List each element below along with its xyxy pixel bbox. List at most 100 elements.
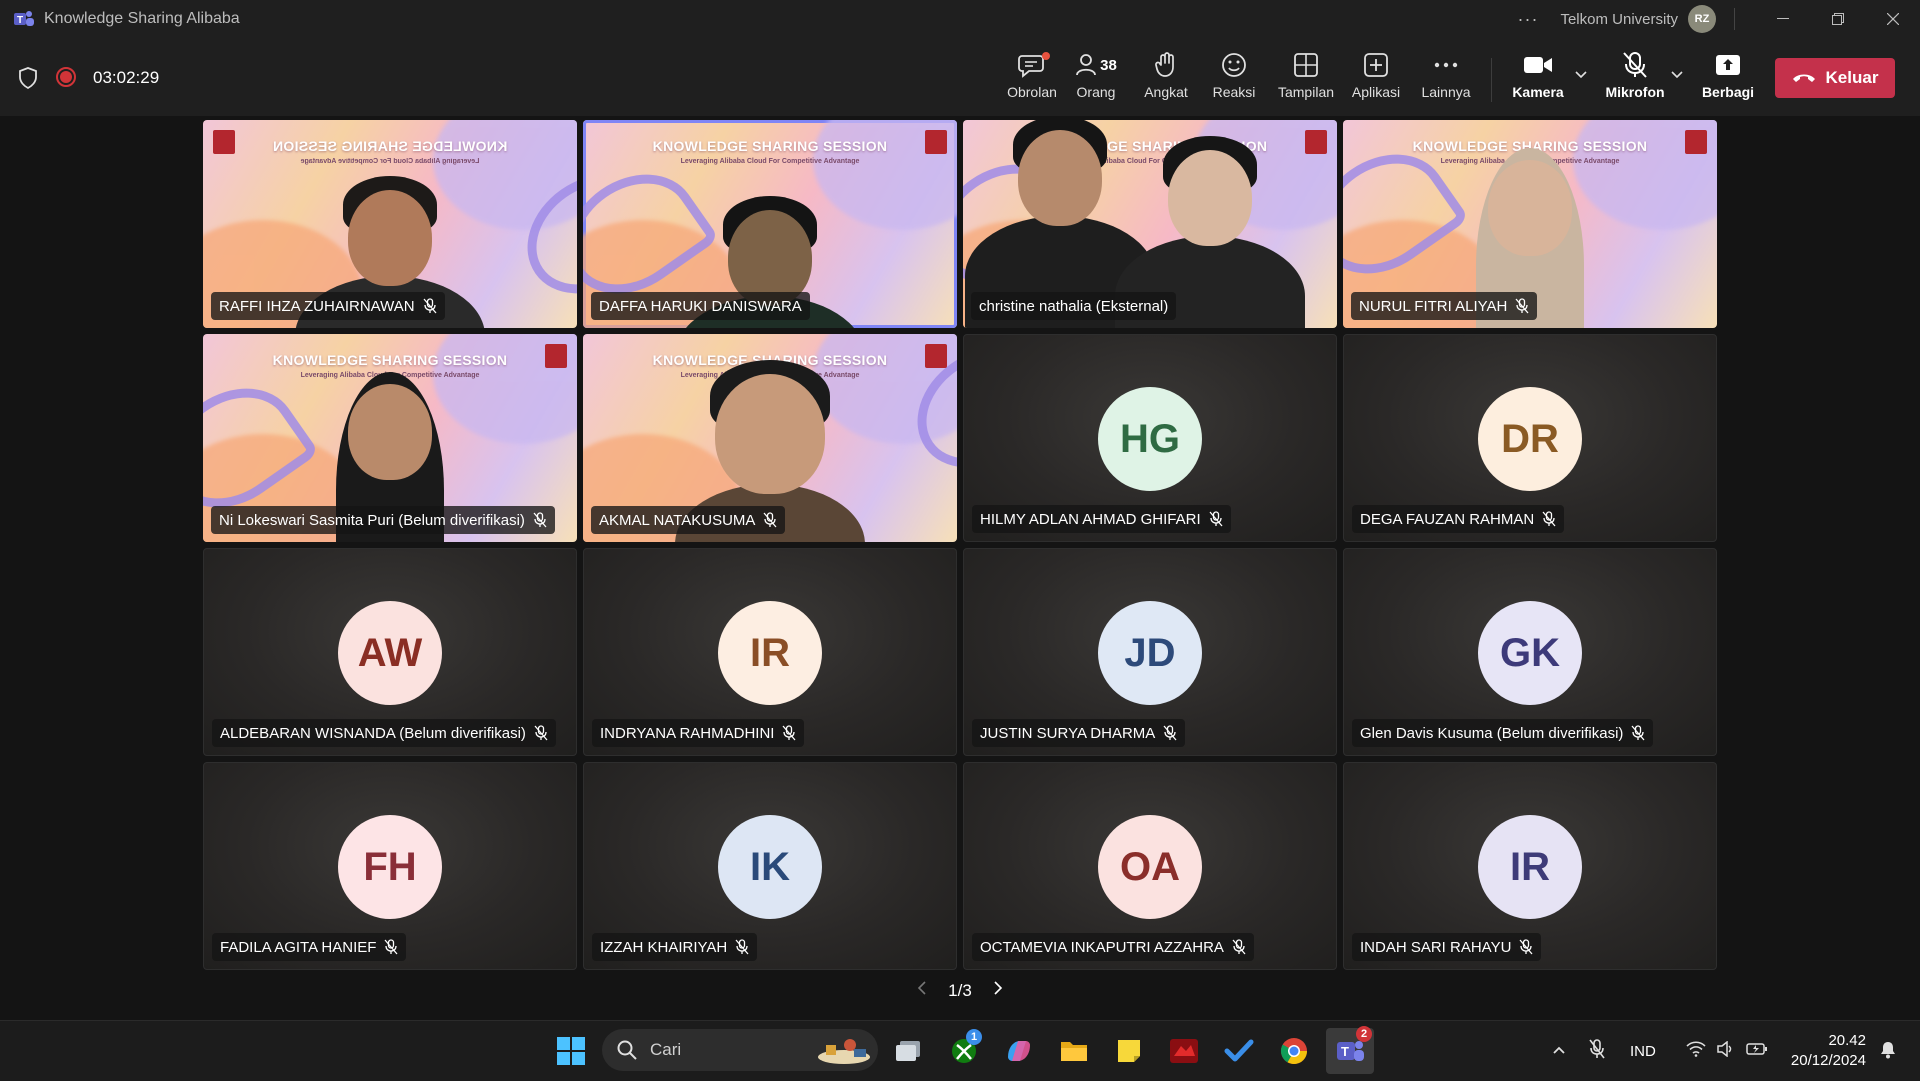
participant-name: ALDEBARAN WISNANDA (Belum diverifikasi) <box>220 724 526 742</box>
more-label: Lainnya <box>1421 84 1471 100</box>
leave-button[interactable]: Keluar <box>1775 58 1895 98</box>
start-button[interactable] <box>551 1031 591 1071</box>
participant-avatar: HG <box>1098 387 1202 491</box>
mic-muted-icon <box>1209 511 1223 527</box>
participant-video-tile[interactable]: KNOWLEDGE SHARING SESSIONLeveraging Alib… <box>963 120 1337 328</box>
participant-video-tile[interactable]: KNOWLEDGE SHARING SESSIONLeveraging Alib… <box>1343 120 1717 328</box>
red-app-button[interactable] <box>1164 1031 1204 1071</box>
participant-tile[interactable]: IR INDRYANA RAHMADHINI <box>583 548 957 756</box>
share-button[interactable]: Berbagi <box>1698 50 1758 108</box>
file-explorer-button[interactable] <box>1054 1031 1094 1071</box>
participant-name-tag: DEGA FAUZAN RAHMAN <box>1352 505 1565 533</box>
participant-tile[interactable]: FH FADILA AGITA HANIEF <box>203 762 577 970</box>
taskbar-search[interactable]: Cari <box>602 1029 878 1071</box>
view-button[interactable]: Tampilan <box>1274 50 1338 108</box>
people-label: Orang <box>1076 84 1116 100</box>
mic-button[interactable]: Mikrofon <box>1602 50 1668 108</box>
mic-muted-icon <box>533 512 547 528</box>
previous-page-chevron-icon[interactable] <box>916 980 928 1001</box>
close-window-button[interactable] <box>1865 0 1920 38</box>
copilot-button[interactable] <box>999 1031 1039 1071</box>
participant-name: IZZAH KHAIRIYAH <box>600 938 728 956</box>
participant-avatar: JD <box>1098 601 1202 705</box>
view-label: Tampilan <box>1277 84 1335 100</box>
people-button[interactable]: 38 Orang <box>1068 50 1124 108</box>
mic-muted-icon <box>534 725 548 741</box>
university-logo-icon <box>1685 130 1707 154</box>
teams-logo-icon: T <box>14 9 34 29</box>
shield-icon[interactable] <box>18 67 38 94</box>
battery-icon[interactable] <box>1746 1042 1768 1061</box>
participant-avatar: IR <box>718 601 822 705</box>
restore-button[interactable] <box>1810 0 1865 38</box>
mic-muted-icon <box>735 939 749 955</box>
page-indicator: 1/3 <box>948 980 972 1000</box>
mic-muted-icon <box>1163 725 1177 741</box>
next-page-chevron-icon[interactable] <box>992 980 1004 1001</box>
more-options-icon[interactable]: ··· <box>1517 9 1538 30</box>
participant-video-tile[interactable]: KNOWLEDGE SHARING SESSIONLeveraging Alib… <box>583 120 957 328</box>
minimize-button[interactable] <box>1755 0 1810 38</box>
taskbar: Cari 1 T 2 IND 20.42 20/12/2024 <box>0 1020 1920 1081</box>
camera-options-chevron-icon[interactable] <box>1574 66 1588 84</box>
mic-options-chevron-icon[interactable] <box>1670 66 1684 84</box>
participant-name: AKMAL NATAKUSUMA <box>599 511 756 529</box>
system-tray: IND <box>1552 1021 1768 1081</box>
user-avatar[interactable]: RZ <box>1688 5 1716 33</box>
wifi-icon[interactable] <box>1686 1040 1706 1062</box>
participant-video-tile[interactable]: KNOWLEDGE SHARING SESSIONLeveraging Alib… <box>203 334 577 542</box>
participant-name-tag: HILMY ADLAN AHMAD GHIFARI <box>972 505 1231 533</box>
participant-tile[interactable]: IK IZZAH KHAIRIYAH <box>583 762 957 970</box>
camera-button[interactable]: Kamera <box>1508 50 1568 108</box>
participant-name: DAFFA HARUKI DANISWARA <box>599 297 802 315</box>
participant-tile[interactable]: AW ALDEBARAN WISNANDA (Belum diverifikasi… <box>203 548 577 756</box>
session-banner-subtitle: Leveraging Alibaba Cloud For Competitive… <box>680 158 860 165</box>
recording-indicator-icon[interactable] <box>56 67 76 87</box>
participant-name: JUSTIN SURYA DHARMA <box>980 724 1156 742</box>
participant-tile[interactable]: JD JUSTIN SURYA DHARMA <box>963 548 1337 756</box>
participant-video-tile[interactable]: KNOWLEDGE SHARING SESSIONLeveraging Alib… <box>583 334 957 542</box>
react-button[interactable]: Reaksi <box>1206 50 1262 108</box>
svg-text:T: T <box>1341 1044 1349 1059</box>
mic-muted-icon <box>1542 511 1556 527</box>
language-indicator[interactable]: IND <box>1630 1043 1656 1060</box>
organization-name[interactable]: Telkom University <box>1560 11 1678 28</box>
copilot-icon <box>1008 1041 1030 1061</box>
participant-video-tile[interactable]: KNOWLEDGE SHARING SESSIONLeveraging Alib… <box>203 120 577 328</box>
participant-tile[interactable]: GK Glen Davis Kusuma (Belum diverifikasi) <box>1343 548 1717 756</box>
taskbar-clock[interactable]: 20.42 20/12/2024 <box>1791 1031 1866 1071</box>
notification-bell-icon[interactable] <box>1880 1041 1896 1064</box>
participant-tile[interactable]: HG HILMY ADLAN AHMAD GHIFARI <box>963 334 1337 542</box>
participant-avatar: FH <box>338 815 442 919</box>
participant-name-tag: Glen Davis Kusuma (Belum diverifikasi) <box>1352 719 1654 747</box>
participant-avatar: IK <box>718 815 822 919</box>
ellipsis-icon <box>1433 50 1459 80</box>
participant-name-tag: FADILA AGITA HANIEF <box>212 933 407 961</box>
participant-tile[interactable]: IR INDAH SARI RAHAYU <box>1343 762 1717 970</box>
sticky-notes-button[interactable] <box>1109 1031 1149 1071</box>
todo-app-button[interactable] <box>1219 1031 1259 1071</box>
chrome-button[interactable] <box>1274 1031 1314 1071</box>
mic-muted-icon <box>1232 939 1246 955</box>
volume-icon[interactable] <box>1716 1039 1734 1062</box>
clock-date: 20/12/2024 <box>1790 1052 1866 1069</box>
task-view-button[interactable] <box>888 1031 928 1071</box>
participant-tile[interactable]: OA OCTAMEVIA INKAPUTRI AZZAHRA <box>963 762 1337 970</box>
teams-taskbar-button[interactable]: T 2 <box>1326 1026 1374 1074</box>
search-highlight-icon <box>818 1039 870 1064</box>
show-hidden-icons-chevron-icon[interactable] <box>1552 1042 1566 1060</box>
participant-name-tag: INDAH SARI RAHAYU <box>1352 933 1542 961</box>
apps-button[interactable]: Aplikasi <box>1348 50 1404 108</box>
more-button[interactable]: Lainnya <box>1416 50 1476 108</box>
raise-hand-button[interactable]: Angkat <box>1138 50 1194 108</box>
grid-view-icon <box>1293 50 1319 80</box>
red-app-icon <box>1170 1039 1198 1063</box>
chat-button[interactable]: Obrolan <box>1000 50 1064 108</box>
mic-muted-tray-icon[interactable] <box>1588 1038 1606 1065</box>
participant-name-tag: Ni Lokeswari Sasmita Puri (Belum diverif… <box>211 506 555 534</box>
participant-tile[interactable]: DR DEGA FAUZAN RAHMAN <box>1343 334 1717 542</box>
xbox-app-button[interactable]: 1 <box>944 1029 984 1071</box>
mic-off-icon <box>1622 50 1648 80</box>
task-view-icon <box>896 1041 920 1061</box>
participant-name: NURUL FITRI ALIYAH <box>1359 297 1508 315</box>
